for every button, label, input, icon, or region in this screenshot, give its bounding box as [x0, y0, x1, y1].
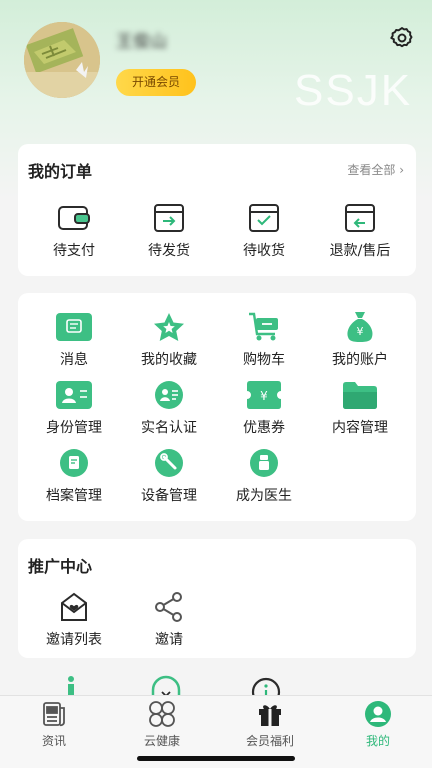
services-card: 消息 我的收藏 购物车 ¥ 我的账户 身份管理 实名认证 ¥ 优惠券 内容管理 …: [18, 293, 416, 521]
svg-text:¥: ¥: [357, 325, 364, 338]
service-realname[interactable]: 实名认证: [119, 379, 219, 437]
promotion-card: 推广中心 邀请列表 邀请: [18, 539, 416, 658]
order-pending-receipt[interactable]: 待收货: [214, 202, 314, 260]
box-return-icon: [342, 202, 378, 234]
folder-icon: [342, 379, 378, 411]
id-card-icon: [56, 379, 92, 411]
service-favorites[interactable]: 我的收藏: [119, 311, 219, 369]
chevron-right-icon: ›: [399, 163, 404, 177]
cart-icon: [246, 311, 282, 343]
info-circle-icon: [250, 674, 282, 696]
money-bag-icon: ¥: [342, 311, 378, 343]
box-check-icon: [246, 202, 282, 234]
service-coupons[interactable]: ¥ 优惠券: [214, 379, 314, 437]
headset-icon: [150, 674, 182, 696]
tab-news[interactable]: 资讯: [0, 700, 108, 749]
promo-invite-list[interactable]: 邀请列表: [24, 591, 124, 649]
tab-member-benefits[interactable]: 会员福利: [216, 700, 324, 749]
order-refund-aftersale[interactable]: 退款/售后: [310, 202, 410, 260]
star-icon: [151, 311, 187, 343]
service-devices[interactable]: 设备管理: [119, 447, 219, 505]
svg-text:¥: ¥: [260, 389, 268, 403]
service-messages[interactable]: 消息: [24, 311, 124, 369]
user-circle-icon: [324, 700, 432, 728]
service-archive[interactable]: 档案管理: [24, 447, 124, 505]
orders-card: 我的订单 查看全部 › 待支付 待发货 待收货 退款/售后: [18, 144, 416, 276]
tab-cloud-health[interactable]: 云健康: [108, 700, 216, 749]
service-account[interactable]: ¥ 我的账户: [310, 311, 410, 369]
info-icon: [55, 674, 87, 696]
wallet-icon: [56, 202, 92, 234]
news-icon: [0, 700, 108, 728]
service-cart[interactable]: 购物车: [214, 311, 314, 369]
open-membership-button[interactable]: 开通会员: [116, 69, 196, 96]
service-identity[interactable]: 身份管理: [24, 379, 124, 437]
promotion-title: 推广中心: [28, 557, 93, 576]
coupon-icon: ¥: [246, 379, 282, 411]
user-verify-icon: [151, 379, 187, 411]
username: 王俊山: [116, 32, 167, 52]
message-icon: [56, 311, 92, 343]
promo-invite[interactable]: 邀请: [119, 591, 219, 649]
invite-envelope-icon: [56, 591, 92, 623]
home-indicator: [137, 756, 295, 761]
gift-icon: [216, 700, 324, 728]
gear-icon: [390, 27, 413, 48]
brand-watermark: SSJK: [294, 66, 413, 115]
order-pending-shipment[interactable]: 待发货: [119, 202, 219, 260]
order-pending-payment[interactable]: 待支付: [24, 202, 124, 260]
settings-button[interactable]: [386, 22, 418, 54]
doctor-icon: [246, 447, 282, 479]
service-become-doctor[interactable]: 成为医生: [214, 447, 314, 505]
box-arrow-icon: [151, 202, 187, 234]
avatar[interactable]: [24, 22, 100, 98]
wrench-icon: [151, 447, 187, 479]
service-content[interactable]: 内容管理: [310, 379, 410, 437]
orders-title: 我的订单: [28, 162, 93, 181]
view-all-link[interactable]: 查看全部 ›: [347, 161, 404, 178]
clover-icon: [108, 700, 216, 728]
archive-icon: [56, 447, 92, 479]
tab-mine[interactable]: 我的: [324, 700, 432, 749]
share-icon: [151, 591, 187, 623]
